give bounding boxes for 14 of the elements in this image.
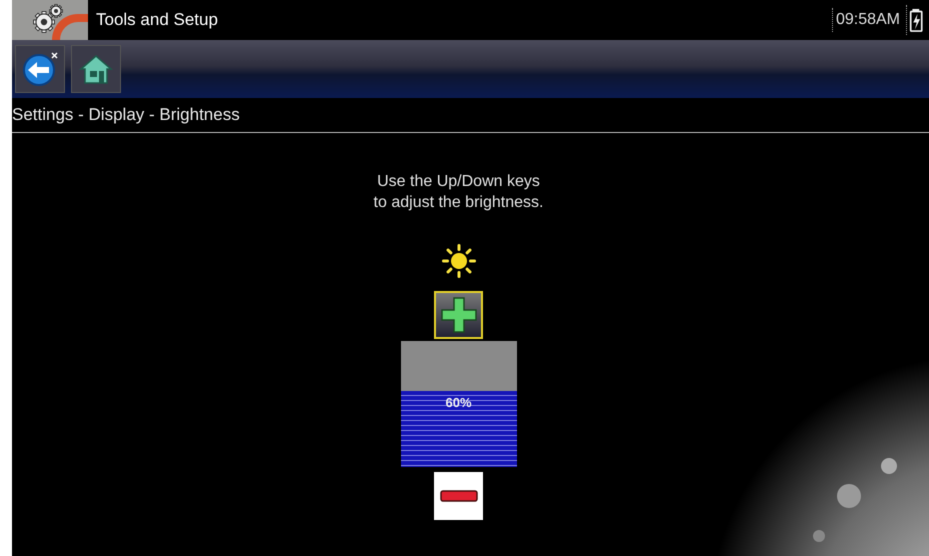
brightness-reading: 60%	[445, 394, 472, 410]
plus-icon	[440, 296, 478, 334]
breadcrumb: Settings - Display - Brightness	[12, 104, 240, 126]
gear-icon[interactable]	[12, 0, 88, 40]
clock: 09:58AM	[832, 8, 903, 32]
minus-icon	[440, 490, 478, 502]
instruction-text: Use the Up/Down keys	[377, 172, 540, 192]
sun-icon	[440, 243, 476, 279]
window-title: Tools and Setup	[96, 9, 218, 32]
home-button[interactable]	[71, 45, 121, 93]
decrease-button[interactable]	[434, 472, 483, 520]
instruction-text: to adjust the brightness.	[374, 193, 544, 213]
increase-button[interactable]	[434, 291, 483, 339]
back-button[interactable]	[15, 45, 65, 93]
